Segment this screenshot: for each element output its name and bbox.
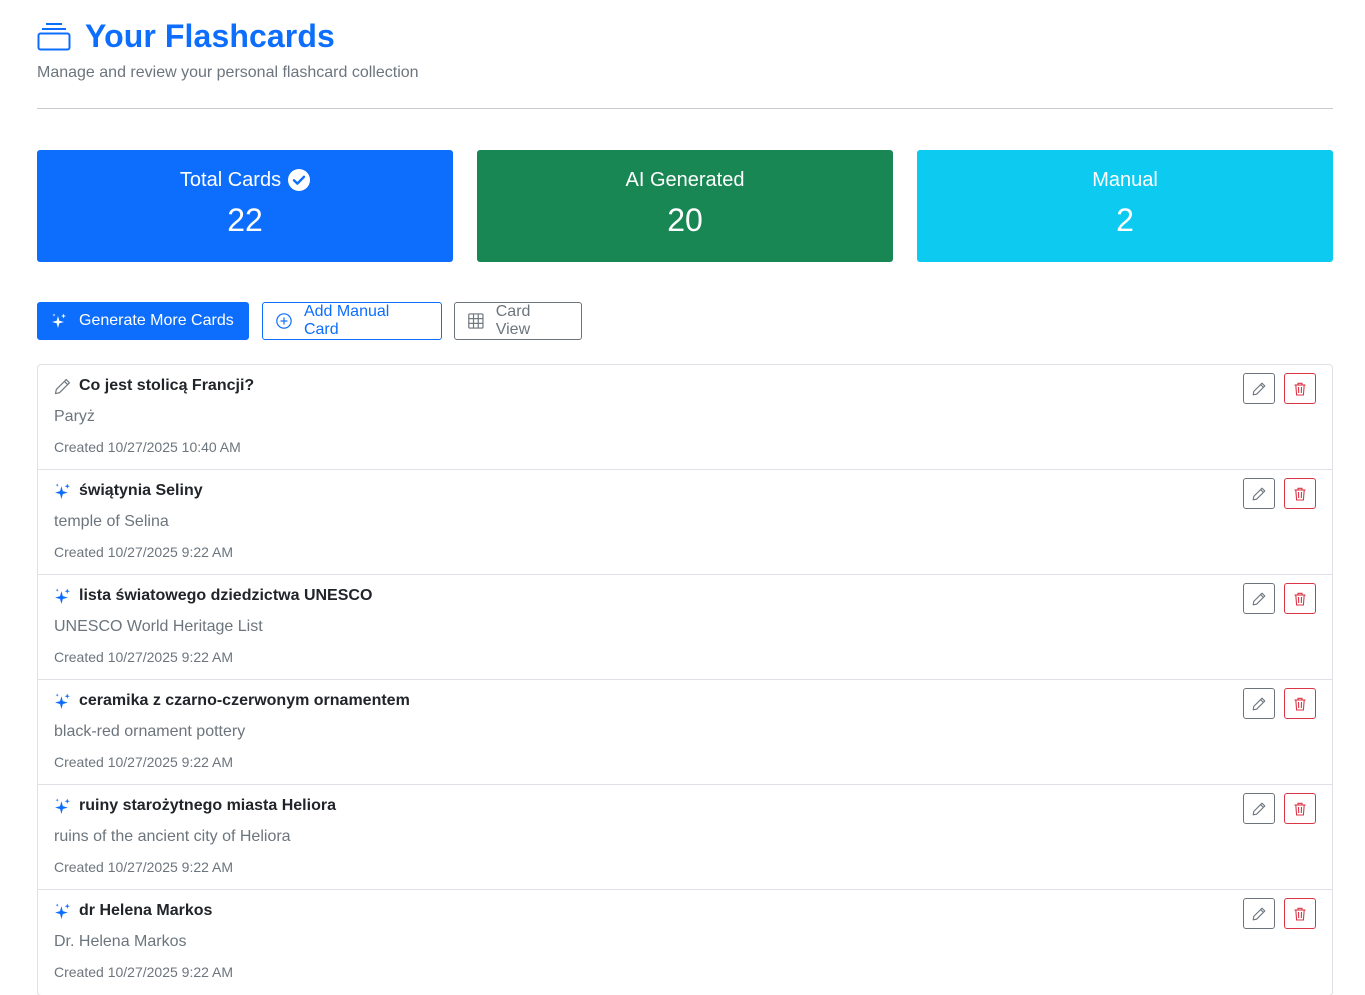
grid-icon — [468, 313, 484, 329]
title-row: Your Flashcards — [37, 16, 1333, 56]
card-back: Dr. Helena Markos — [54, 933, 187, 950]
stat-label: AI Generated — [625, 168, 745, 191]
card-front: świątynia Seliny — [79, 482, 203, 499]
edit-card-button[interactable] — [1243, 688, 1275, 719]
flashcard-item: dr Helena Markos Dr. Helena Markos Creat… — [38, 890, 1332, 995]
card-actions — [1243, 793, 1316, 824]
trash-icon — [1294, 487, 1306, 501]
pencil-icon — [1252, 382, 1266, 395]
sparkles-icon — [52, 313, 66, 328]
card-front: dr Helena Markos — [79, 902, 213, 919]
delete-card-button[interactable] — [1284, 898, 1316, 929]
page-header: Your Flashcards Manage and review your p… — [37, 16, 1333, 82]
stats-row: Total Cards 22 AI Generated 20 Manual 2 — [37, 150, 1333, 262]
delete-card-button[interactable] — [1284, 373, 1316, 404]
button-label: Generate More Cards — [79, 312, 234, 329]
page-title: Your Flashcards — [85, 17, 335, 54]
card-front: ruiny starożytnego miasta Heliora — [79, 797, 336, 814]
flashcard-list: Co jest stolicą Francji? Paryż Created 1… — [37, 364, 1333, 995]
actions-toolbar: Generate More Cards Add Manual Card Card… — [37, 302, 582, 340]
trash-icon — [1294, 382, 1306, 396]
card-created-date: Created 10/27/2025 9:22 AM — [54, 754, 234, 770]
generate-more-cards-button[interactable]: Generate More Cards — [37, 302, 249, 340]
flashcard-item: ruiny starożytnego miasta Heliora ruins … — [38, 785, 1332, 890]
flashcard-item: świątynia Seliny temple of Selina Create… — [38, 470, 1332, 575]
stat-value: 20 — [667, 202, 703, 238]
stat-label: Manual — [1092, 168, 1158, 191]
sparkles-icon — [54, 903, 71, 920]
check-circle-icon — [288, 169, 311, 191]
pencil-icon — [1252, 802, 1266, 815]
plus-circle-icon — [276, 313, 292, 329]
stack-icon — [37, 23, 71, 51]
edit-card-button[interactable] — [1243, 583, 1275, 614]
delete-card-button[interactable] — [1284, 583, 1316, 614]
pencil-icon — [54, 378, 71, 395]
stat-value: 2 — [1116, 202, 1134, 238]
flashcard-item: Co jest stolicą Francji? Paryż Created 1… — [38, 365, 1332, 470]
stat-manual: Manual 2 — [917, 150, 1333, 262]
sparkles-icon — [54, 798, 71, 815]
card-created-date: Created 10/27/2025 10:40 AM — [54, 439, 241, 455]
card-front: lista światowego dziedzictwa UNESCO — [79, 587, 373, 604]
pencil-icon — [1252, 697, 1266, 710]
sparkles-icon — [54, 483, 71, 500]
pencil-icon — [1252, 487, 1266, 500]
card-actions — [1243, 373, 1316, 404]
delete-card-button[interactable] — [1284, 793, 1316, 824]
card-actions — [1243, 898, 1316, 929]
pencil-icon — [1252, 907, 1266, 920]
stat-total-cards: Total Cards 22 — [37, 150, 453, 262]
header-divider — [37, 108, 1333, 109]
card-actions — [1243, 583, 1316, 614]
stat-label: Total Cards — [179, 168, 282, 191]
edit-card-button[interactable] — [1243, 478, 1275, 509]
trash-icon — [1294, 697, 1306, 711]
card-created-date: Created 10/27/2025 9:22 AM — [54, 544, 234, 560]
edit-card-button[interactable] — [1243, 793, 1275, 824]
trash-icon — [1294, 592, 1306, 606]
card-view-button[interactable]: Card View — [454, 302, 582, 340]
card-front: ceramika z czarno-czerwonym ornamentem — [79, 692, 410, 709]
delete-card-button[interactable] — [1284, 688, 1316, 719]
button-label: Card View — [495, 303, 531, 338]
button-label: Add Manual Card — [303, 303, 390, 338]
edit-card-button[interactable] — [1243, 898, 1275, 929]
card-back: UNESCO World Heritage List — [54, 618, 263, 635]
card-created-date: Created 10/27/2025 9:22 AM — [54, 964, 234, 980]
sparkles-icon — [54, 588, 71, 605]
add-manual-card-button[interactable]: Add Manual Card — [262, 302, 442, 340]
card-back: black-red ornament pottery — [54, 723, 246, 740]
card-actions — [1243, 688, 1316, 719]
pencil-icon — [1252, 592, 1266, 605]
card-actions — [1243, 478, 1316, 509]
card-created-date: Created 10/27/2025 9:22 AM — [54, 649, 234, 665]
sparkles-icon — [54, 693, 71, 710]
flashcard-item: lista światowego dziedzictwa UNESCO UNES… — [38, 575, 1332, 680]
trash-icon — [1294, 802, 1306, 816]
card-back: Paryż — [54, 408, 95, 425]
edit-card-button[interactable] — [1243, 373, 1275, 404]
card-created-date: Created 10/27/2025 9:22 AM — [54, 859, 234, 875]
page-subtitle: Manage and review your personal flashcar… — [37, 64, 419, 81]
delete-card-button[interactable] — [1284, 478, 1316, 509]
trash-icon — [1294, 907, 1306, 921]
stat-ai-generated: AI Generated 20 — [477, 150, 893, 262]
card-back: ruins of the ancient city of Heliora — [54, 828, 291, 845]
card-back: temple of Selina — [54, 513, 169, 530]
stat-value: 22 — [227, 202, 263, 238]
card-front: Co jest stolicą Francji? — [79, 377, 255, 394]
flashcard-item: ceramika z czarno-czerwonym ornamentem b… — [38, 680, 1332, 785]
